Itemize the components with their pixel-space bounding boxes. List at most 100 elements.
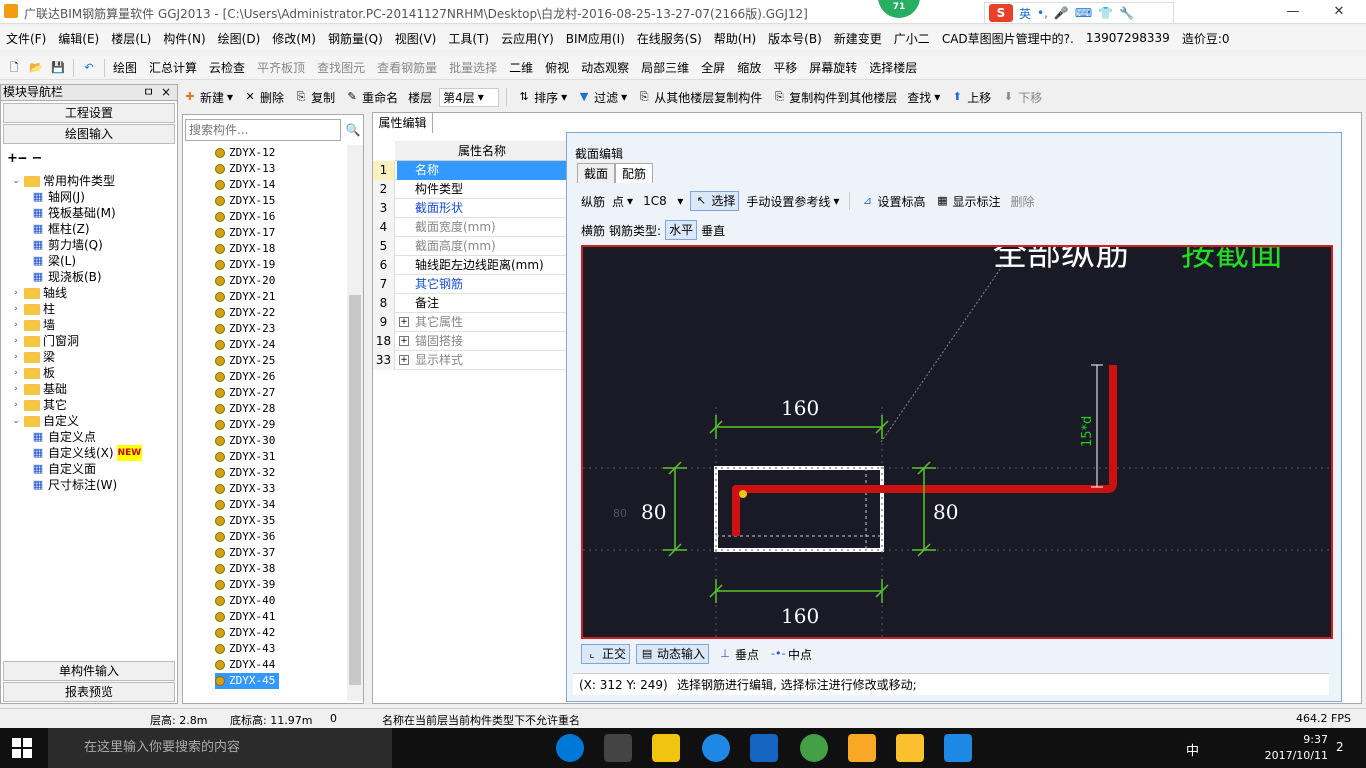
notes-icon[interactable] bbox=[848, 734, 876, 762]
property-row[interactable]: 1 名称 bbox=[373, 161, 569, 180]
expand-icon[interactable]: › bbox=[11, 349, 21, 365]
menu-item-8[interactable]: 工具(T) bbox=[442, 30, 495, 47]
new-component-button[interactable]: ✚ 新建 ▾ bbox=[180, 89, 236, 106]
pin-icon[interactable]: ㅁ bbox=[143, 85, 154, 100]
menu-item-9[interactable]: 云应用(Y) bbox=[495, 30, 560, 47]
menu-item-18[interactable]: 造价豆:0 bbox=[1176, 30, 1236, 47]
browser-icon[interactable] bbox=[800, 734, 828, 762]
project-settings-button[interactable]: 工程设置 bbox=[3, 103, 175, 123]
property-row[interactable]: 18 + 锚固搭接 bbox=[373, 332, 569, 351]
minimize-button[interactable]: — bbox=[1270, 0, 1316, 24]
list-item[interactable]: ZDYX-38 bbox=[215, 561, 275, 577]
tree-item[interactable]: › 柱 bbox=[11, 301, 55, 317]
settings-icon[interactable]: 🔧 bbox=[1119, 6, 1134, 20]
list-item[interactable]: ZDYX-17 bbox=[215, 225, 275, 241]
ref-line-button[interactable]: 手动设置参考线 ▾ bbox=[743, 193, 842, 210]
sort-button[interactable]: ⇅ 排序 ▾ bbox=[514, 89, 570, 106]
close-button[interactable]: ✕ bbox=[1316, 0, 1362, 24]
tree-item[interactable]: ⌄ 自定义 bbox=[11, 413, 79, 429]
expand-icon[interactable]: ⌄ bbox=[11, 173, 21, 189]
skin-icon[interactable]: 👕 bbox=[1098, 6, 1113, 20]
rename-button[interactable]: ✎ 重命名 bbox=[342, 89, 401, 106]
new-file-icon[interactable]: 🗋 bbox=[4, 61, 24, 75]
property-tab[interactable]: 属性编辑 bbox=[373, 113, 433, 133]
toolbar-item-6[interactable]: 批量选择 bbox=[446, 59, 500, 76]
ortho-button[interactable]: ⌞ 正交 bbox=[581, 644, 631, 664]
ime-lang[interactable]: 英 bbox=[1019, 5, 1031, 22]
list-item[interactable]: ZDYX-20 bbox=[215, 273, 275, 289]
expand-all-icon[interactable]: +‒ − bbox=[7, 151, 42, 166]
tree-item[interactable]: ▦ 现浇板(B) bbox=[31, 269, 102, 285]
expand-icon[interactable]: › bbox=[11, 285, 21, 301]
list-item[interactable]: ZDYX-24 bbox=[215, 337, 275, 353]
show-dimension-button[interactable]: ▦ 显示标注 bbox=[932, 193, 1003, 210]
toolbar-item-12[interactable]: 缩放 bbox=[734, 59, 764, 76]
list-item[interactable]: ZDYX-26 bbox=[215, 369, 275, 385]
expand-icon[interactable]: › bbox=[11, 397, 21, 413]
list-item[interactable]: ZDYX-41 bbox=[215, 609, 275, 625]
toolbar-item-5[interactable]: 查看钢筋量 bbox=[374, 59, 440, 76]
section-canvas[interactable]: 全部纵筋 按截面 160 160 80 80 80 15*d bbox=[581, 234, 1333, 639]
list-item[interactable]: ZDYX-27 bbox=[215, 385, 275, 401]
keyboard-icon[interactable]: ⌨ bbox=[1075, 6, 1092, 20]
list-item[interactable]: ZDYX-34 bbox=[215, 497, 275, 513]
dim-left-label[interactable]: 80 bbox=[641, 500, 666, 524]
expand-icon[interactable]: ⌄ bbox=[11, 413, 21, 429]
copy-button[interactable]: ⎘ 复制 bbox=[291, 89, 338, 106]
tree-item[interactable]: › 门窗洞 bbox=[11, 333, 79, 349]
dim-bottom[interactable] bbox=[709, 579, 889, 603]
list-item[interactable]: ZDYX-13 bbox=[215, 161, 275, 177]
expand-icon[interactable]: › bbox=[11, 317, 21, 333]
list-item[interactable]: ZDYX-23 bbox=[215, 321, 275, 337]
tab-rebar[interactable]: 配筋 bbox=[615, 163, 654, 183]
menu-item-7[interactable]: 视图(V) bbox=[389, 30, 443, 47]
taskbar-search[interactable]: 在这里输入你要搜索的内容 bbox=[48, 728, 392, 768]
close-icon[interactable]: × bbox=[161, 85, 171, 100]
tree-item[interactable]: › 梁 bbox=[11, 349, 55, 365]
toolbar-item-7[interactable]: 二维 bbox=[506, 59, 536, 76]
toolbar-item-3[interactable]: 平齐板顶 bbox=[254, 59, 308, 76]
section-drawing[interactable]: 全部纵筋 按截面 160 160 80 80 80 15*d bbox=[583, 234, 1331, 637]
move-down-button[interactable]: ⬇ 下移 bbox=[998, 89, 1045, 106]
toolbar-item-13[interactable]: 平移 bbox=[770, 59, 800, 76]
list-item[interactable]: ZDYX-43 bbox=[215, 641, 275, 657]
menu-item-6[interactable]: 钢筋量(Q) bbox=[322, 30, 389, 47]
rebar-spec-select[interactable]: 1C8 ▾ bbox=[640, 194, 686, 208]
rebar-point[interactable] bbox=[739, 490, 747, 498]
property-row[interactable]: 3 截面形状 bbox=[373, 199, 569, 218]
drawing-input-button[interactable]: 绘图输入 bbox=[3, 124, 175, 144]
toolbar-item-2[interactable]: 云检查 bbox=[206, 59, 248, 76]
horizontal-button[interactable]: 水平 bbox=[665, 220, 698, 240]
list-item[interactable]: ZDYX-28 bbox=[215, 401, 275, 417]
open-file-icon[interactable]: 📂 bbox=[26, 61, 46, 75]
menu-item-1[interactable]: 编辑(E) bbox=[52, 30, 105, 47]
tree-item[interactable]: ▦ 自定义面 bbox=[31, 461, 96, 477]
property-row[interactable]: 9 + 其它属性 bbox=[373, 313, 569, 332]
toolbar-item-0[interactable]: 绘图 bbox=[110, 59, 140, 76]
list-item[interactable]: ZDYX-12 bbox=[215, 145, 275, 161]
ie-icon[interactable] bbox=[702, 734, 730, 762]
property-row[interactable]: 8 备注 bbox=[373, 294, 569, 313]
dim-left[interactable] bbox=[663, 461, 687, 557]
delete-button[interactable]: ✕ 删除 bbox=[240, 89, 287, 106]
tree-item[interactable]: ⌄ 常用构件类型 bbox=[11, 173, 115, 189]
list-item[interactable]: ZDYX-16 bbox=[215, 209, 275, 225]
move-up-button[interactable]: ⬆ 上移 bbox=[947, 89, 994, 106]
floor-select[interactable]: 第4层 ▾ bbox=[439, 87, 500, 107]
toolbar-item-10[interactable]: 局部三维 bbox=[638, 59, 692, 76]
menu-item-5[interactable]: 修改(M) bbox=[266, 30, 322, 47]
ime-indicator[interactable]: 中 bbox=[1186, 740, 1199, 759]
tree-item[interactable]: ▦ 自定义点 bbox=[31, 429, 96, 445]
ime-bar[interactable]: S 英 •, 🎤 ⌨ 👕 🔧 bbox=[984, 2, 1174, 24]
menu-item-3[interactable]: 构件(N) bbox=[157, 30, 211, 47]
tree-item[interactable]: ▦ 轴网(J) bbox=[31, 189, 85, 205]
tree-item[interactable]: ▦ 剪力墙(Q) bbox=[31, 237, 103, 253]
expand-icon[interactable]: › bbox=[11, 381, 21, 397]
menu-item-0[interactable]: 文件(F) bbox=[0, 30, 52, 47]
dim-bottom-label[interactable]: 160 bbox=[781, 604, 819, 628]
menu-item-4[interactable]: 绘图(D) bbox=[212, 30, 267, 47]
property-row[interactable]: 4 截面宽度(mm) bbox=[373, 218, 569, 237]
toolbar-item-8[interactable]: 俯视 bbox=[542, 59, 572, 76]
glodon-icon[interactable] bbox=[750, 734, 778, 762]
expand-icon[interactable]: + bbox=[399, 336, 409, 346]
